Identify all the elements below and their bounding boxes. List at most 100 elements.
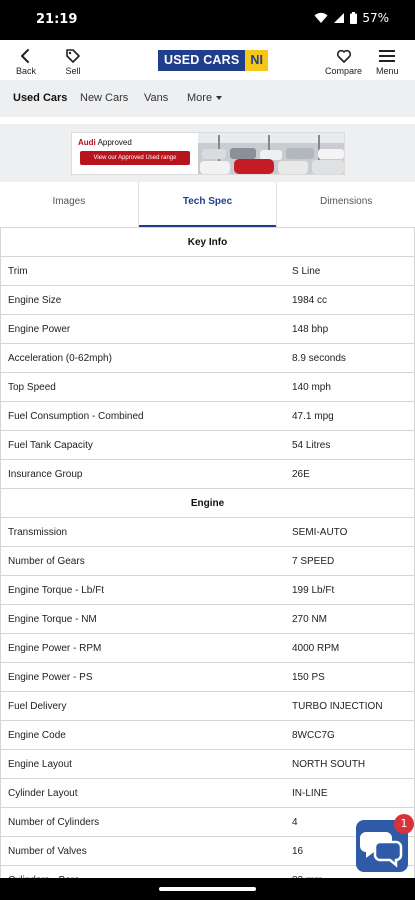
- table-row: Number of Valves 16: [0, 837, 415, 866]
- ad-brand-suffix: Approved: [95, 138, 132, 147]
- back-arrow-icon: [19, 48, 33, 64]
- nav-vans[interactable]: Vans: [144, 92, 168, 104]
- ad-banner[interactable]: Audi Approved View our Approved Used ran…: [71, 132, 345, 175]
- spec-table: Key Info Trim S Line Engine Size 1984 cc E…: [0, 228, 415, 895]
- row-label: Insurance Group: [8, 468, 83, 480]
- row-value: 16: [292, 845, 304, 857]
- row-value: 148 bhp: [292, 323, 329, 335]
- row-label: Cylinder Layout: [8, 787, 78, 799]
- table-row: Number of Gears 7 SPEED: [0, 547, 415, 576]
- sell-label: Sell: [65, 66, 81, 76]
- row-label: Acceleration (0-62mph): [8, 352, 112, 364]
- table-row: Engine Power - PS 150 PS: [0, 663, 415, 692]
- row-value: TURBO INJECTION: [292, 700, 383, 712]
- row-label: Number of Valves: [8, 845, 87, 857]
- table-row: Fuel Delivery TURBO INJECTION: [0, 692, 415, 721]
- back-button[interactable]: Back: [16, 48, 36, 76]
- row-value: NORTH SOUTH: [292, 758, 366, 770]
- heart-icon: [336, 48, 352, 64]
- table-row: Transmission SEMI-AUTO: [0, 518, 415, 547]
- chat-bubbles-icon: [356, 832, 408, 876]
- row-value: IN-LINE: [292, 787, 328, 799]
- table-row: Acceleration (0-62mph) 8.9 seconds: [0, 344, 415, 373]
- row-value: 4: [292, 816, 298, 828]
- ad-cta-button[interactable]: View our Approved Used range: [80, 151, 190, 165]
- row-value: 7 SPEED: [292, 555, 335, 567]
- row-value: 270 NM: [292, 613, 328, 625]
- spec-tabs: Images Tech Spec Dimensions: [0, 182, 415, 228]
- row-label: Engine Size: [8, 294, 62, 306]
- battery-percent: 57%: [362, 11, 389, 25]
- row-label: Engine Power - RPM: [8, 642, 102, 654]
- nav-new-cars[interactable]: New Cars: [80, 92, 128, 104]
- ad-car-lot-image: [198, 133, 344, 174]
- nav-used-cars[interactable]: Used Cars: [13, 92, 67, 104]
- table-row: Engine Power - RPM 4000 RPM: [0, 634, 415, 663]
- wifi-icon: [314, 12, 328, 24]
- ad-brand: Audi Approved: [78, 138, 132, 147]
- row-value: 26E: [292, 468, 310, 480]
- battery-icon: [350, 12, 358, 24]
- hamburger-icon: [378, 48, 396, 64]
- row-label: Engine Torque - Lb/Ft: [8, 584, 104, 596]
- row-value: 8.9 seconds: [292, 352, 346, 364]
- signal-icon: [333, 12, 345, 24]
- sell-button[interactable]: Sell: [65, 48, 81, 76]
- caret-down-icon: [216, 96, 223, 101]
- row-label: Trim: [8, 265, 28, 277]
- section-header: Key Info: [0, 228, 415, 257]
- tab-tech-spec[interactable]: Tech Spec: [138, 182, 278, 227]
- table-row: Trim S Line: [0, 257, 415, 286]
- logo-ni: NI: [245, 50, 268, 71]
- logo-text: USED CARS: [158, 50, 246, 71]
- status-icons: 57%: [314, 11, 389, 25]
- compare-button[interactable]: Compare: [325, 48, 362, 76]
- nav-more[interactable]: More: [187, 92, 223, 104]
- row-value: SEMI-AUTO: [292, 526, 348, 538]
- table-row: Engine Code 8WCC7G: [0, 721, 415, 750]
- row-label: Engine Code: [8, 729, 66, 741]
- table-row: Top Speed 140 mph: [0, 373, 415, 402]
- table-row: Insurance Group 26E: [0, 460, 415, 489]
- table-row: Engine Layout NORTH SOUTH: [0, 750, 415, 779]
- table-row: Number of Cylinders 4: [0, 808, 415, 837]
- table-row: Engine Torque - NM 270 NM: [0, 605, 415, 634]
- status-time: 21:19: [36, 12, 78, 27]
- tab-images[interactable]: Images: [0, 182, 139, 227]
- chat-notification-badge: 1: [394, 814, 414, 834]
- row-label: Top Speed: [8, 381, 56, 393]
- tag-icon: [65, 48, 81, 64]
- category-nav: Used Cars New Cars Vans More: [0, 80, 415, 117]
- row-label: Engine Power: [8, 323, 71, 335]
- system-nav-bar: [0, 878, 415, 900]
- section-header: Engine: [0, 489, 415, 518]
- nav-more-label: More: [187, 92, 213, 104]
- row-value: 47.1 mpg: [292, 410, 334, 422]
- row-value: 8WCC7G: [292, 729, 335, 741]
- compare-label: Compare: [325, 66, 363, 76]
- tab-dimensions[interactable]: Dimensions: [277, 182, 415, 227]
- row-label: Engine Torque - NM: [8, 613, 97, 625]
- ad-area: Audi Approved View our Approved Used ran…: [0, 124, 415, 182]
- row-label: Engine Layout: [8, 758, 72, 770]
- table-row: Engine Torque - Lb/Ft 199 Lb/Ft: [0, 576, 415, 605]
- row-value: 1984 cc: [292, 294, 328, 306]
- row-value: 199 Lb/Ft: [292, 584, 335, 596]
- row-value: 54 Litres: [292, 439, 331, 451]
- back-label: Back: [16, 66, 37, 76]
- row-value: S Line: [292, 265, 321, 277]
- row-label: Number of Gears: [8, 555, 85, 567]
- home-indicator[interactable]: [159, 887, 256, 891]
- site-logo[interactable]: USED CARS NI: [158, 50, 268, 71]
- row-label: Fuel Delivery: [8, 700, 67, 712]
- row-label: Number of Cylinders: [8, 816, 100, 828]
- row-label: Fuel Consumption - Combined: [8, 410, 144, 422]
- menu-button[interactable]: Menu: [376, 48, 399, 76]
- row-label: Engine Power - PS: [8, 671, 93, 683]
- row-value: 4000 RPM: [292, 642, 340, 654]
- table-row: Engine Size 1984 cc: [0, 286, 415, 315]
- status-bar: 21:19 57%: [0, 0, 415, 40]
- row-value: 150 PS: [292, 671, 325, 683]
- ad-brand-name: Audi: [78, 138, 96, 147]
- table-row: Engine Power 148 bhp: [0, 315, 415, 344]
